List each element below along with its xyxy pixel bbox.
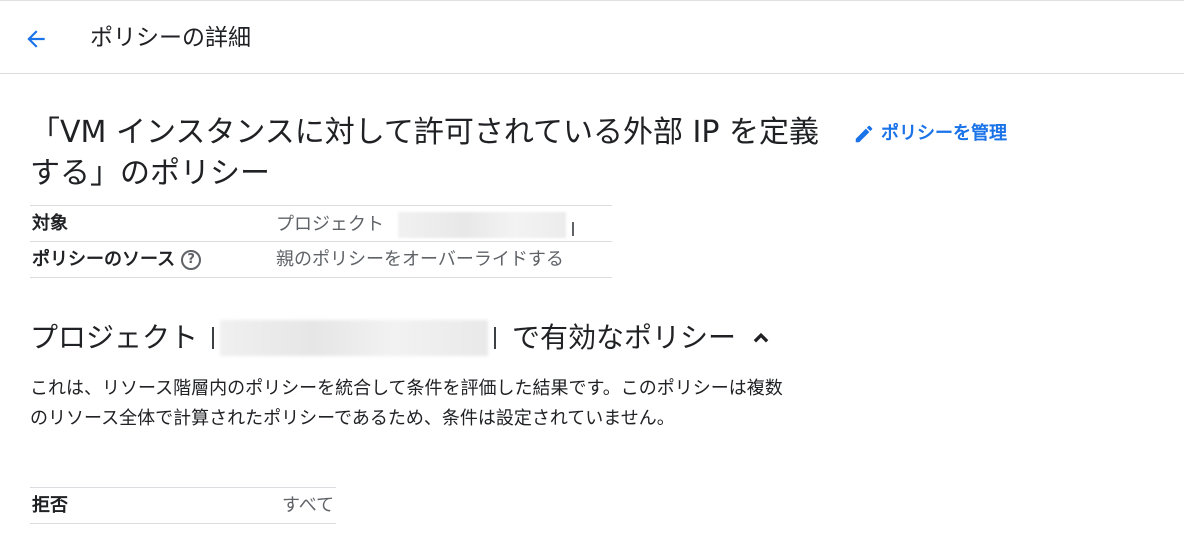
redacted-project-name: [220, 320, 489, 356]
page-title: ポリシーの詳細: [90, 25, 251, 51]
redacted-project-id: [398, 212, 566, 238]
back-button[interactable]: [16, 21, 56, 57]
effective-policy-heading: プロジェクト で有効なポリシー: [30, 318, 774, 358]
effective-heading-suffix: で有効なポリシー: [512, 321, 737, 354]
policy-details-page: ポリシーの詳細 「VM インスタンスに対して許可されている外部 IP を定義する…: [0, 0, 1184, 547]
effective-rule-table: 拒否 すべて: [30, 487, 336, 524]
chevron-up-icon: [753, 332, 769, 343]
redaction-edge-right: [494, 327, 497, 349]
policy-source-value: 親のポリシーをオーバーライドする: [276, 249, 564, 270]
deny-label: 拒否: [32, 495, 68, 516]
policy-source-label-group: ポリシーのソース ?: [32, 248, 202, 272]
effective-policy-description: これは、リソース階層内のポリシーを統合して条件を評価した結果です。このポリシーは…: [30, 378, 783, 429]
rule-row-deny: 拒否 すべて: [30, 488, 336, 524]
policy-info-table: 対象 プロジェクト ポリシーのソース ? 親のポリシーをオーバーライドする: [30, 205, 612, 278]
policy-title: 「VM インスタンスに対して許可されている外部 IP を定義する」のポリシー: [30, 115, 819, 191]
deny-value: すべて: [281, 495, 334, 516]
collapse-section-button[interactable]: [748, 325, 774, 351]
effective-heading-prefix: プロジェクト: [30, 321, 199, 354]
target-value-text: プロジェクト: [276, 214, 384, 235]
target-value: プロジェクト: [276, 212, 574, 238]
target-label: 対象: [32, 213, 68, 234]
manage-policy-button[interactable]: ポリシーを管理: [853, 121, 1007, 147]
arrow-left-icon: [27, 30, 45, 48]
redaction-edge-left: [212, 327, 215, 349]
top-app-bar: ポリシーの詳細: [0, 0, 1184, 74]
info-row-target: 対象 プロジェクト: [30, 206, 612, 242]
redaction-edge: [572, 222, 574, 236]
info-row-source: ポリシーのソース ? 親のポリシーをオーバーライドする: [30, 242, 612, 278]
policy-source-label: ポリシーのソース: [32, 249, 176, 270]
help-circle-icon[interactable]: ?: [181, 250, 202, 270]
pencil-icon: [855, 125, 873, 143]
manage-policy-label: ポリシーを管理: [881, 123, 1007, 144]
